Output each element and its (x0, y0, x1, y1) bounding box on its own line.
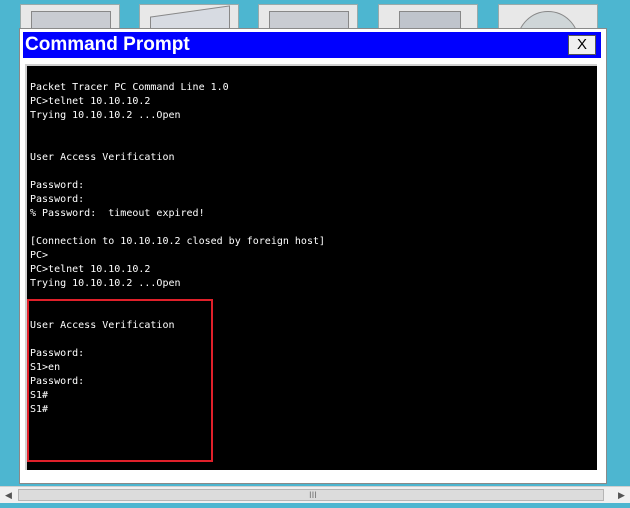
console-line: User Access Verification (30, 320, 175, 331)
desktop-icon-2[interactable] (139, 4, 239, 30)
console-line: S1>en (30, 362, 61, 373)
console-output[interactable]: Packet Tracer PC Command Line 1.0 PC>teln… (25, 64, 597, 470)
config-icon (150, 5, 230, 29)
console-line: Packet Tracer PC Command Line 1.0 (30, 82, 229, 93)
command-prompt-window: Command Prompt X Packet Tracer PC Comman… (19, 28, 607, 484)
console-line: PC> (30, 250, 49, 261)
title-bar[interactable]: Command Prompt X (23, 32, 601, 58)
grip-icon: III (309, 491, 317, 501)
close-button[interactable]: X (568, 35, 596, 55)
scrollbar-thumb[interactable]: III (18, 489, 604, 501)
window-title: Command Prompt (25, 34, 190, 55)
console-line: User Access Verification (30, 152, 175, 163)
console-line: Password: (30, 348, 85, 359)
console-line: S1# (30, 390, 49, 401)
console-line: Password: (30, 180, 85, 191)
console-line: Trying 10.10.10.2 ...Open (30, 278, 181, 289)
console-line: Trying 10.10.10.2 ...Open (30, 110, 181, 121)
console-line: PC>telnet 10.10.10.2 (30, 264, 151, 275)
console-line: Password: (30, 194, 85, 205)
console-text: Packet Tracer PC Command Line 1.0 PC>teln… (27, 66, 597, 417)
console-line: Password: (30, 376, 85, 387)
console-line: PC>telnet 10.10.10.2 (30, 96, 151, 107)
desktop-icon-3[interactable] (258, 4, 358, 30)
desktop-icon-4[interactable] (378, 4, 478, 30)
scroll-left-arrow-icon[interactable]: ◀ (0, 487, 17, 503)
desktop-icon-1[interactable] (20, 4, 120, 30)
console-line: [Connection to 10.10.10.2 closed by fore… (30, 236, 326, 247)
horizontal-scrollbar[interactable]: ◀ III ▶ (0, 486, 630, 503)
console-line: % Password: timeout expired! (30, 208, 205, 219)
scroll-right-arrow-icon[interactable]: ▶ (613, 487, 630, 503)
desktop-icon-5[interactable] (498, 4, 598, 30)
console-line: S1# (30, 404, 49, 415)
